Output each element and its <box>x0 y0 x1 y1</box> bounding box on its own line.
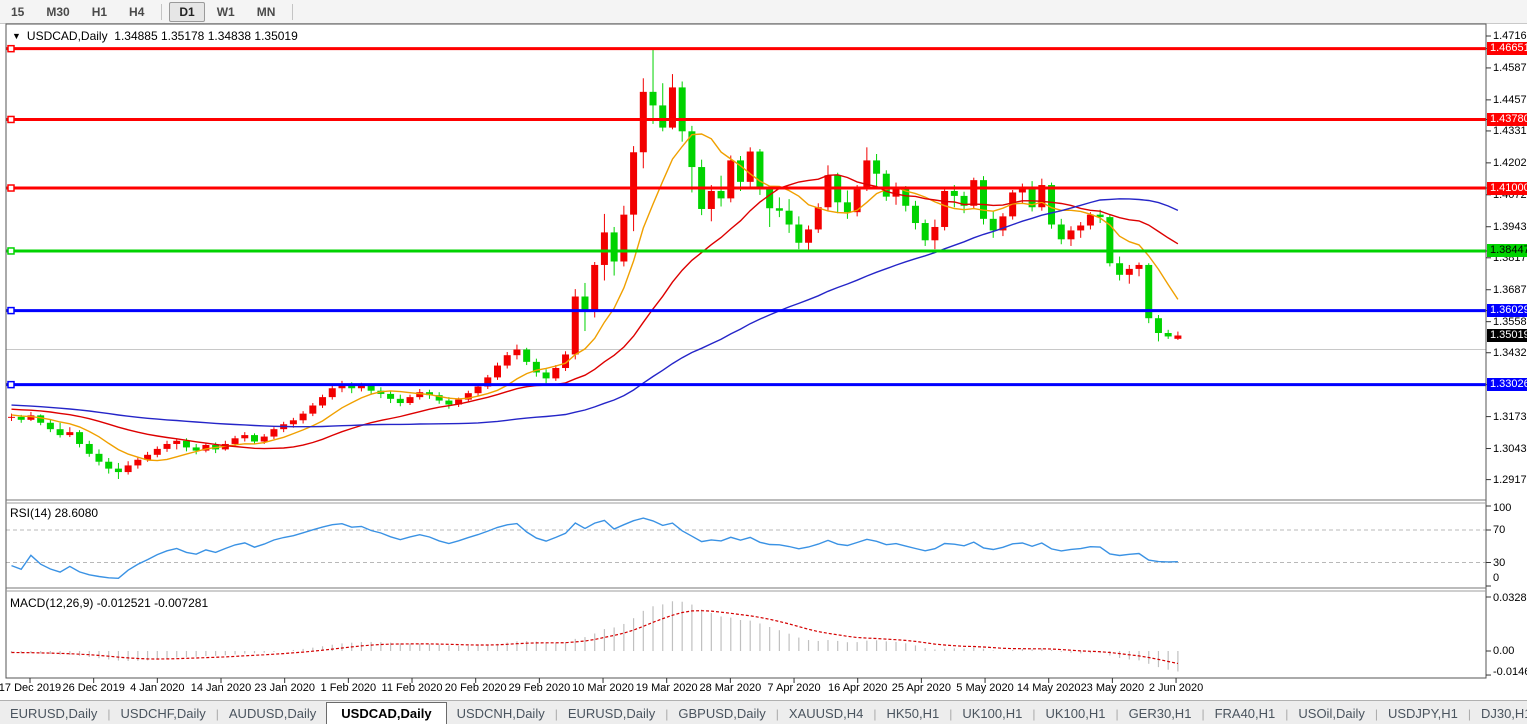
price-level-badge: 1.46651 <box>1487 42 1527 55</box>
price-axis-tick[interactable]: 1.45870 <box>1493 62 1527 74</box>
rsi-label: RSI(14) 28.6080 <box>10 506 98 520</box>
price-axis-tick[interactable]: 1.39430 <box>1493 221 1527 233</box>
price-axis-tick[interactable]: 1.34320 <box>1493 347 1527 359</box>
price-axis-tick[interactable]: 1.35580 <box>1493 316 1527 328</box>
chart-tab-FRA40-H1[interactable]: FRA40,H1 <box>1205 703 1286 724</box>
macd-histogram <box>12 601 1178 671</box>
chart-tab-USDCAD-Daily[interactable]: USDCAD,Daily <box>326 702 446 724</box>
rsi-axis-tick[interactable]: 30 <box>1493 557 1527 569</box>
collapse-arrow-icon[interactable]: ▼ <box>12 31 21 41</box>
chart-window-border <box>6 24 1486 678</box>
macd-axis-tick[interactable]: 0.00 <box>1493 645 1527 657</box>
price-axis-tick[interactable]: 1.30435 <box>1493 443 1527 455</box>
chart-tab-bar: EURUSD,Daily|USDCHF,Daily|AUDUSD,DailyUS… <box>0 700 1527 724</box>
chart-tab-UK100-H1[interactable]: UK100,H1 <box>1035 703 1115 724</box>
rsi-axis-tick[interactable]: 100 <box>1493 502 1527 514</box>
chart-tab-USOil-Daily[interactable]: USOil,Daily <box>1288 703 1374 724</box>
hline-handle[interactable] <box>8 308 14 314</box>
rsi-line <box>12 518 1178 578</box>
chart-tab-USDCNH-Daily[interactable]: USDCNH,Daily <box>447 703 555 724</box>
macd-axis-tick[interactable]: 0.03280 <box>1493 592 1527 604</box>
macd-label: MACD(12,26,9) -0.012521 -0.007281 <box>10 596 208 610</box>
chart-tab-EURUSD-Daily[interactable]: EURUSD,Daily <box>0 703 107 724</box>
chart-tab-DJ30-H1[interactable]: DJ30,H1 <box>1471 703 1527 724</box>
price-axis-tick[interactable]: 1.31730 <box>1493 411 1527 423</box>
chart-tab-USDJPY-H1[interactable]: USDJPY,H1 <box>1378 703 1468 724</box>
chart-tab-XAUUSD-H4[interactable]: XAUUSD,H4 <box>779 703 873 724</box>
chart-tab-GER30-H1[interactable]: GER30,H1 <box>1119 703 1202 724</box>
axis-ticks <box>30 36 1491 683</box>
price-axis-tick[interactable]: 1.47165 <box>1493 30 1527 42</box>
trading-app-window: 15M30H1H4D1W1MN ▼USDCAD,Daily 1.34885 1.… <box>0 0 1527 724</box>
current-price-badge: 1.35019 <box>1487 329 1527 342</box>
price-level-badge: 1.33026 <box>1487 378 1527 391</box>
chart-tab-AUDUSD-Daily[interactable]: AUDUSD,Daily <box>219 703 326 724</box>
chart-title-text: USDCAD,Daily 1.34885 1.35178 1.34838 1.3… <box>27 29 298 43</box>
price-axis-tick[interactable]: 1.44575 <box>1493 94 1527 106</box>
hline-handle[interactable] <box>8 248 14 254</box>
macd-axis-tick[interactable]: -0.0146 <box>1493 666 1527 678</box>
price-level-badge: 1.43780 <box>1487 113 1527 126</box>
date-axis-label[interactable]: 2 Jun 2020 <box>1130 682 1222 694</box>
price-level-badge: 1.38447 <box>1487 244 1527 257</box>
rsi-axis-tick[interactable]: 70 <box>1493 524 1527 536</box>
price-axis-tick[interactable]: 1.36875 <box>1493 284 1527 296</box>
chart-header: ▼ USDCAD,Daily 1.34885 1.35178 1.34838 1.… <box>12 29 298 43</box>
price-level-badge: 1.41000 <box>1487 182 1527 195</box>
hline-handle[interactable] <box>8 185 14 191</box>
chart-plot-area[interactable] <box>0 0 1527 724</box>
price-axis-tick[interactable]: 1.29175 <box>1493 474 1527 486</box>
chart-tab-UK100-H1[interactable]: UK100,H1 <box>952 703 1032 724</box>
hline-handle[interactable] <box>8 116 14 122</box>
price-level-badge: 1.36029 <box>1487 304 1527 317</box>
rsi-axis-tick[interactable]: 0 <box>1493 572 1527 584</box>
chart-tab-GBPUSD-Daily[interactable]: GBPUSD,Daily <box>668 703 775 724</box>
candles <box>8 49 1181 479</box>
chart-tab-EURUSD-Daily[interactable]: EURUSD,Daily <box>558 703 665 724</box>
chart-tab-HK50-H1[interactable]: HK50,H1 <box>876 703 949 724</box>
price-axis-tick[interactable]: 1.43315 <box>1493 125 1527 137</box>
price-axis-tick[interactable]: 1.42020 <box>1493 157 1527 169</box>
hline-handle[interactable] <box>8 382 14 388</box>
hline-handle[interactable] <box>8 46 14 52</box>
chart-tab-USDCHF-Daily[interactable]: USDCHF,Daily <box>111 703 216 724</box>
